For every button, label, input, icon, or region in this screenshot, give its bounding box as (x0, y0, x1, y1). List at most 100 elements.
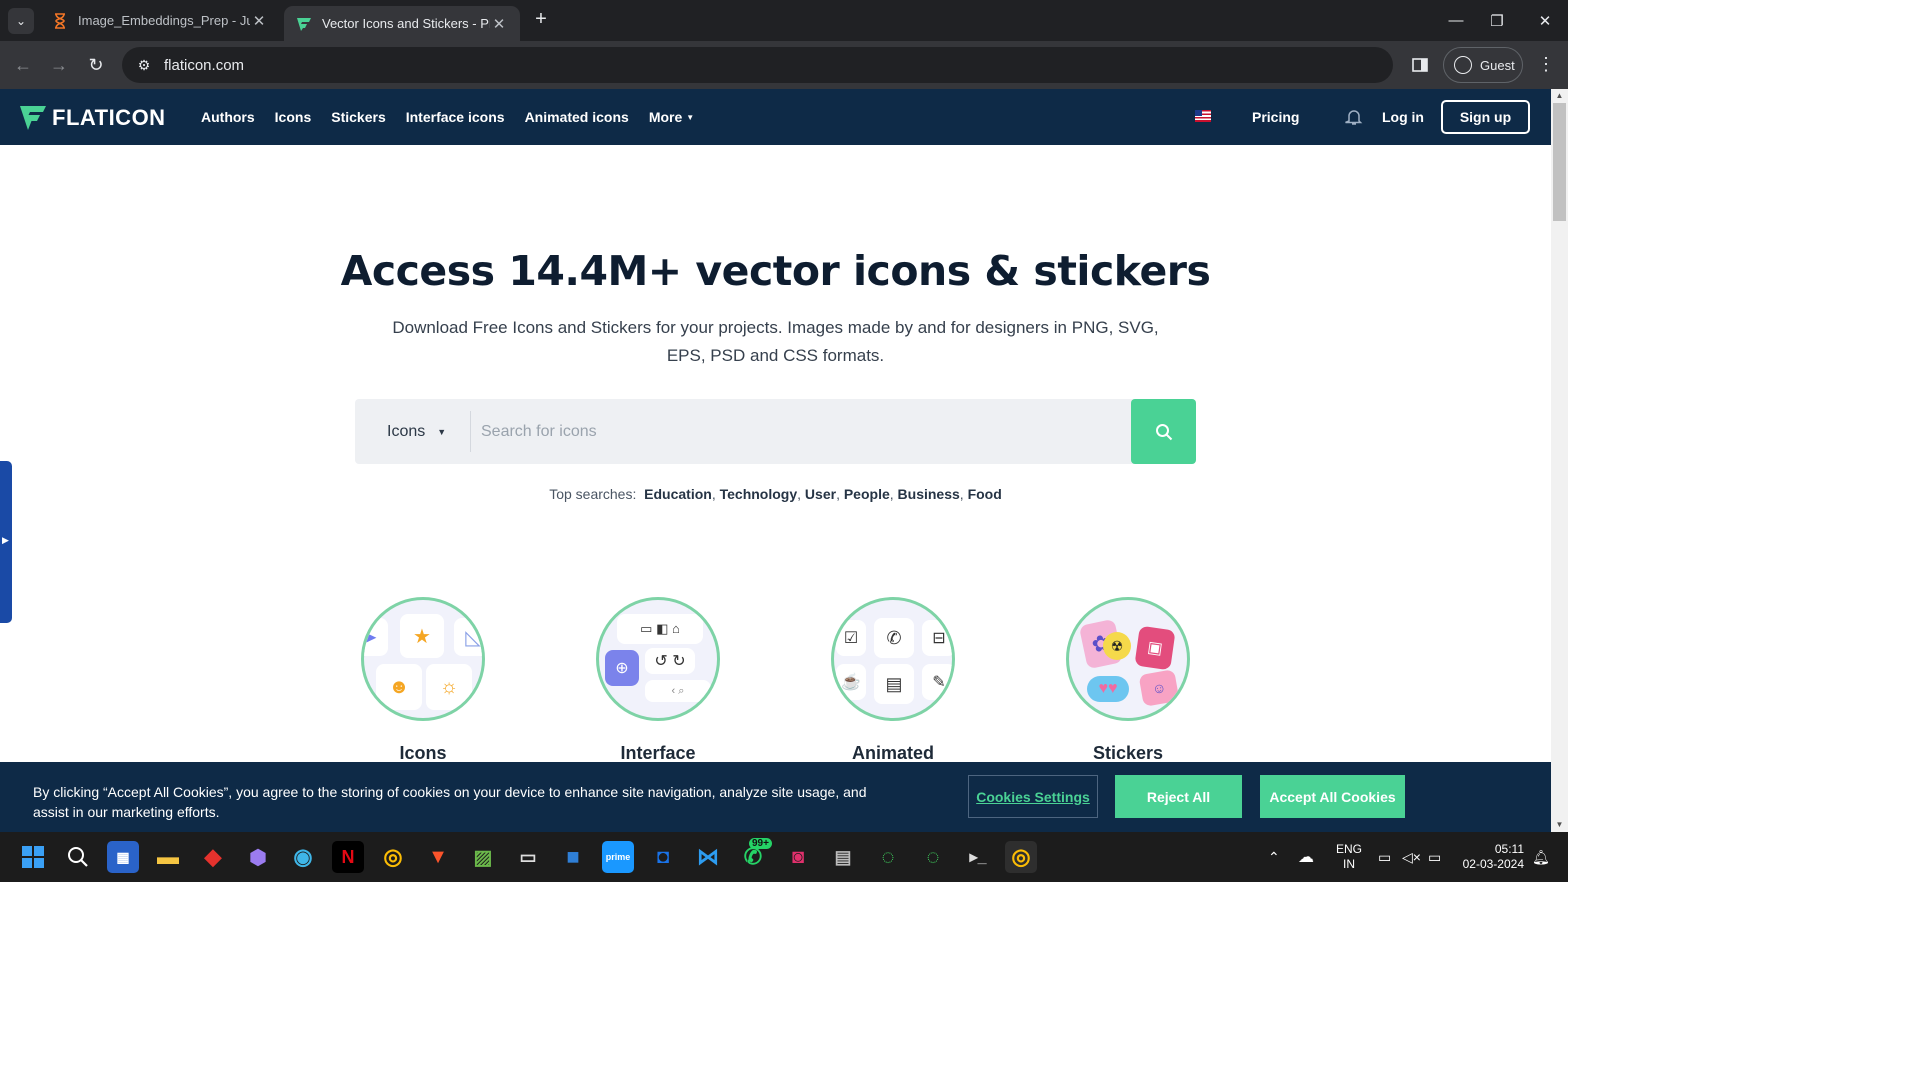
us-flag-icon[interactable] (1195, 110, 1211, 122)
pricing-link[interactable]: Pricing (1252, 89, 1299, 145)
nav-more[interactable]: More ▼ (649, 109, 694, 125)
category-label: Icons (399, 743, 447, 763)
side-panel-icon[interactable] (1408, 53, 1432, 77)
tab-jupyter[interactable]: Image_Embeddings_Prep - Jupy ✕ (40, 0, 280, 41)
category-animated-icons[interactable]: ☑ ✆ ⊟ ☕ ▤ ✎ Animated Icons (831, 597, 955, 785)
caret-down-icon: ▼ (686, 112, 695, 122)
store-icon[interactable]: ▦ (107, 841, 139, 873)
scroll-down-icon[interactable]: ▼ (1551, 818, 1568, 832)
app-icon[interactable]: ◆ (197, 841, 229, 873)
scrollbar-thumb[interactable] (1553, 103, 1566, 221)
minimize-icon[interactable]: — (1433, 0, 1479, 41)
accept-all-cookies-button[interactable]: Accept All Cookies (1260, 775, 1405, 818)
top-search-link[interactable]: Technology (720, 486, 798, 502)
clock[interactable]: 05:11 02-03-2024 (1460, 832, 1524, 882)
nav-animated-icons[interactable]: Animated icons (525, 109, 629, 125)
search-input[interactable] (481, 399, 1121, 464)
vscode-icon[interactable]: ⋈ (692, 841, 724, 873)
cloud-icon[interactable]: ☁ (1298, 832, 1314, 882)
category-interface-icons[interactable]: ▭ ◧ ⌂ ⊕ ↺ ↻ ‹ ⌕ Interface Icons (596, 597, 720, 785)
tab-flaticon[interactable]: Vector Icons and Stickers - PNG ✕ (284, 6, 520, 41)
whatsapp-icon[interactable]: ✆ 99+ (737, 838, 772, 873)
notification-bell-icon[interactable]: 🔔︎ (1532, 832, 1550, 882)
region-label: IN (1343, 857, 1355, 871)
search-type-select[interactable]: Icons ▼ (387, 399, 446, 464)
notification-badge: 99+ (749, 838, 772, 849)
outlook-icon[interactable]: ◘ (647, 841, 679, 873)
top-search-link[interactable]: Business (898, 486, 960, 502)
profile-button[interactable]: Guest (1443, 47, 1523, 83)
site-info-icon[interactable]: ⚙ (126, 57, 162, 74)
app-icon[interactable]: ◌ (917, 841, 949, 873)
close-tab-icon[interactable]: ✕ (490, 15, 508, 33)
tab-search-button[interactable]: ⌄ (8, 8, 34, 34)
login-link[interactable]: Log in (1382, 89, 1424, 145)
sticker-icon: ♥♥ (1087, 676, 1129, 702)
page-scrollbar[interactable]: ▲ ▼ (1551, 89, 1568, 832)
app-icon[interactable]: ▤ (827, 841, 859, 873)
chevron-up-icon[interactable]: ⌃ (1268, 832, 1280, 882)
battery-icon[interactable]: ▭ (1428, 832, 1441, 882)
cookie-settings-button[interactable]: Cookies Settings (968, 775, 1098, 818)
category-stickers[interactable]: ✿ ☢ ▣ ♥♥ ☺ Stickers (1066, 597, 1190, 764)
bell-icon[interactable] (1345, 108, 1363, 126)
sticker-icon: ▣ (1134, 625, 1176, 671)
address-bar[interactable]: ⚙ flaticon.com (122, 47, 1393, 83)
search-icon[interactable] (62, 841, 94, 873)
new-tab-button[interactable]: + (530, 8, 552, 31)
icon-tile: ✎ (922, 664, 952, 700)
top-search-link[interactable]: People (844, 486, 890, 502)
edge-icon[interactable]: ◉ (287, 841, 319, 873)
nav-interface-icons[interactable]: Interface icons (406, 109, 505, 125)
phone-icon: ✆ (874, 618, 914, 658)
nav-authors[interactable]: Authors (201, 109, 255, 125)
category-icons[interactable]: ➤ ★ ◺ ☻ ☼ Icons (361, 597, 485, 764)
scroll-up-icon[interactable]: ▲ (1551, 89, 1568, 103)
icons-illustration: ➤ ★ ◺ ☻ ☼ (361, 597, 485, 721)
restore-icon[interactable]: ❐ (1474, 0, 1520, 41)
brave-icon[interactable]: ▼ (422, 841, 454, 873)
signup-button[interactable]: Sign up (1441, 100, 1530, 134)
date-label: 02-03-2024 (1462, 857, 1524, 871)
sticker-icon: ☺ (1138, 669, 1180, 707)
top-search-link[interactable]: User (805, 486, 836, 502)
search-type-label: Icons (387, 422, 426, 440)
netflix-icon[interactable]: N (332, 841, 364, 873)
top-searches: Top searches: Education, Technology, Use… (549, 486, 1002, 502)
terminal-icon[interactable]: ▭ (512, 841, 544, 873)
reload-icon[interactable]: ↻ (84, 53, 108, 77)
file-explorer-icon[interactable]: ▬ (152, 841, 184, 873)
reject-all-button[interactable]: Reject All (1115, 775, 1242, 818)
menu-icon[interactable]: ⋮ (1536, 53, 1556, 77)
close-tab-icon[interactable]: ✕ (250, 12, 268, 30)
top-search-link[interactable]: Food (968, 486, 1002, 502)
back-icon[interactable]: ← (11, 53, 35, 77)
terminal-icon[interactable]: ▸_ (962, 841, 994, 873)
nav-stickers[interactable]: Stickers (331, 109, 385, 125)
weather-icon: ☼ (426, 664, 472, 710)
flaticon-logo[interactable]: FLATICON (20, 105, 166, 131)
main-nav: Authors Icons Stickers Interface icons A… (201, 89, 714, 145)
chrome-icon[interactable]: ◎ (1005, 841, 1037, 873)
side-drawer-handle[interactable]: ▶ (0, 461, 12, 623)
mute-icon[interactable]: ◁× (1402, 832, 1421, 882)
app-icon[interactable]: ■ (557, 841, 589, 873)
search-button[interactable] (1131, 399, 1196, 464)
prime-video-icon[interactable]: prime (602, 841, 634, 873)
network-icon[interactable]: ▭ (1378, 832, 1391, 882)
chrome-icon[interactable]: ◎ (377, 841, 409, 873)
forward-icon[interactable]: → (47, 53, 71, 77)
app-icon[interactable]: ◌ (872, 841, 904, 873)
close-window-icon[interactable]: ✕ (1522, 0, 1568, 41)
refresh-icon: ↺ ↻ (645, 648, 695, 674)
webpage: FLATICON Authors Icons Stickers Interfac… (0, 89, 1551, 832)
windows-start-icon[interactable] (17, 841, 49, 873)
app-icon[interactable]: ⬢ (242, 841, 274, 873)
nav-icons[interactable]: Icons (275, 109, 312, 125)
app-icon[interactable]: ▨ (467, 841, 499, 873)
site-header: FLATICON Authors Icons Stickers Interfac… (0, 89, 1551, 145)
language-indicator[interactable]: ENG IN (1336, 832, 1362, 882)
top-search-link[interactable]: Education (644, 486, 712, 502)
tab-title: Image_Embeddings_Prep - Jupy (78, 13, 250, 28)
instagram-icon[interactable]: ◙ (782, 841, 814, 873)
